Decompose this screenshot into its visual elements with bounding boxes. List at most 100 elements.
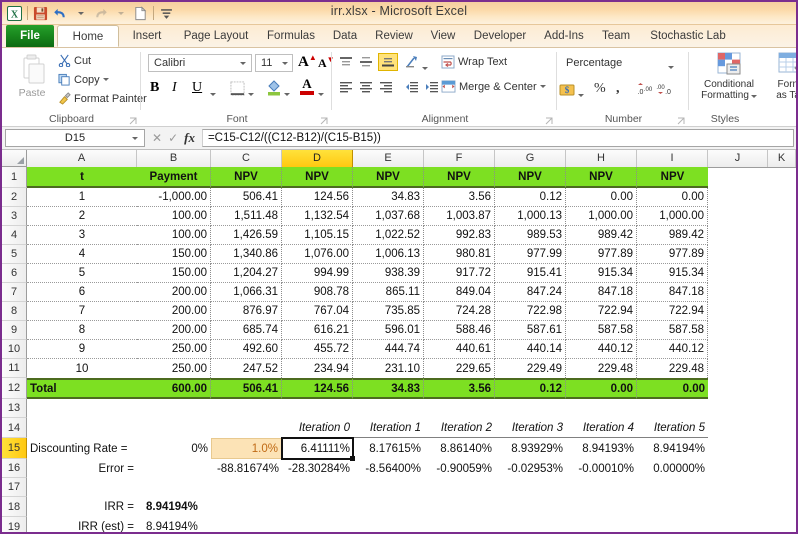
column-header-g[interactable]: G: [495, 150, 566, 167]
cell-d10[interactable]: 455.72: [282, 340, 353, 359]
insert-function-icon[interactable]: fx: [184, 130, 195, 146]
cell-h3[interactable]: 1,000.00: [566, 207, 637, 226]
cell-i9[interactable]: 587.58: [637, 321, 708, 340]
cell-g6[interactable]: 915.41: [495, 264, 566, 283]
tab-add-ins[interactable]: Add-Ins: [536, 25, 592, 47]
cell-e8[interactable]: 735.85: [353, 302, 424, 321]
column-header-f[interactable]: F: [424, 150, 495, 167]
cell-e12[interactable]: 34.83: [353, 378, 424, 399]
tab-insert[interactable]: Insert: [122, 25, 172, 47]
cell-h10[interactable]: 440.12: [566, 340, 637, 359]
format-painter-button[interactable]: Format Painter: [58, 92, 147, 105]
cell-a4[interactable]: 3: [27, 226, 137, 245]
row-header-2[interactable]: 2: [2, 188, 27, 207]
cell-a18-irr-label[interactable]: IRR =: [27, 497, 137, 517]
align-center-button[interactable]: [359, 81, 373, 96]
cell-b2[interactable]: -1,000.00: [137, 188, 211, 207]
column-header-j[interactable]: J: [708, 150, 768, 167]
align-middle-button[interactable]: [359, 56, 373, 71]
cell-g1[interactable]: NPV: [495, 167, 566, 188]
cell-d16[interactable]: -28.30284%: [282, 459, 353, 478]
cell-i6[interactable]: 915.34: [637, 264, 708, 283]
cell-c5[interactable]: 1,340.86: [211, 245, 282, 264]
cell-h11[interactable]: 229.48: [566, 359, 637, 378]
cell-h5[interactable]: 977.89: [566, 245, 637, 264]
align-right-button[interactable]: [379, 81, 393, 96]
cell-f3[interactable]: 1,003.87: [424, 207, 495, 226]
cell-f10[interactable]: 440.61: [424, 340, 495, 359]
align-bottom-button[interactable]: [378, 53, 398, 71]
cell-h1[interactable]: NPV: [566, 167, 637, 188]
cell-c1[interactable]: NPV: [211, 167, 282, 188]
cell-g8[interactable]: 722.98: [495, 302, 566, 321]
number-dialog-launcher-icon[interactable]: [677, 116, 685, 125]
column-header-c[interactable]: C: [211, 150, 282, 167]
cell-g3[interactable]: 1,000.13: [495, 207, 566, 226]
cell-g10[interactable]: 440.14: [495, 340, 566, 359]
clipboard-dialog-launcher-icon[interactable]: [129, 116, 137, 125]
cell-d15-selected[interactable]: 6.41111%: [281, 437, 354, 460]
number-format-dropdown-icon[interactable]: [668, 60, 674, 72]
cell-g9[interactable]: 587.61: [495, 321, 566, 340]
cell-a5[interactable]: 4: [27, 245, 137, 264]
row-header-14[interactable]: 14: [2, 418, 27, 438]
underline-button[interactable]: U: [192, 80, 202, 96]
cell-c8[interactable]: 876.97: [211, 302, 282, 321]
cell-e3[interactable]: 1,037.68: [353, 207, 424, 226]
row-header-18[interactable]: 18: [2, 497, 27, 517]
cell-c3[interactable]: 1,511.48: [211, 207, 282, 226]
cell-e9[interactable]: 596.01: [353, 321, 424, 340]
cell-c12[interactable]: 506.41: [211, 378, 282, 399]
copy-button[interactable]: Copy: [58, 73, 109, 86]
font-dialog-launcher-icon[interactable]: [320, 116, 328, 125]
cell-d7[interactable]: 908.78: [282, 283, 353, 302]
borders-dropdown-icon[interactable]: [248, 87, 254, 99]
cell-f16[interactable]: -0.90059%: [424, 459, 495, 478]
cell-i12[interactable]: 0.00: [637, 378, 708, 399]
cell-b5[interactable]: 150.00: [137, 245, 211, 264]
cell-f1[interactable]: NPV: [424, 167, 495, 188]
cell-d5[interactable]: 1,076.00: [282, 245, 353, 264]
cell-b11[interactable]: 250.00: [137, 359, 211, 378]
percent-style-button[interactable]: %: [594, 81, 606, 97]
cell-d12[interactable]: 124.56: [282, 378, 353, 399]
row-header-12[interactable]: 12: [2, 378, 27, 399]
column-header-h[interactable]: H: [566, 150, 637, 167]
borders-button[interactable]: [230, 81, 245, 99]
cell-e14[interactable]: Iteration 1: [353, 418, 424, 438]
cell-f11[interactable]: 229.65: [424, 359, 495, 378]
cell-a16-error-label[interactable]: Error =: [27, 459, 137, 478]
row-header-4[interactable]: 4: [2, 226, 27, 245]
tab-view[interactable]: View: [422, 25, 464, 47]
cell-d2[interactable]: 124.56: [282, 188, 353, 207]
cell-h8[interactable]: 722.94: [566, 302, 637, 321]
cut-button[interactable]: Cut: [58, 54, 91, 67]
cell-e1[interactable]: NPV: [353, 167, 424, 188]
cell-d1[interactable]: NPV: [282, 167, 353, 188]
row-header-13[interactable]: 13: [2, 399, 27, 418]
accounting-dropdown-icon[interactable]: [578, 88, 584, 100]
cell-i2[interactable]: 0.00: [637, 188, 708, 207]
cell-f4[interactable]: 992.83: [424, 226, 495, 245]
font-size-dropdown-icon[interactable]: [282, 61, 288, 65]
row-header-10[interactable]: 10: [2, 340, 27, 359]
cell-h16[interactable]: -0.00010%: [566, 459, 637, 478]
cell-i1[interactable]: NPV: [637, 167, 708, 188]
cell-c4[interactable]: 1,426.59: [211, 226, 282, 245]
cell-e16[interactable]: -8.56400%: [353, 459, 424, 478]
select-all-corner[interactable]: [2, 150, 27, 167]
font-color-dropdown-icon[interactable]: [318, 87, 324, 99]
cell-e2[interactable]: 34.83: [353, 188, 424, 207]
cell-g15[interactable]: 8.93929%: [495, 438, 566, 459]
align-left-button[interactable]: [339, 81, 353, 96]
column-header-d[interactable]: D: [282, 150, 353, 167]
decrease-decimal-button[interactable]: .00.0: [656, 82, 672, 99]
decrease-indent-button[interactable]: [405, 81, 419, 96]
merge-center-dropdown-icon[interactable]: [539, 85, 546, 88]
cell-e7[interactable]: 865.11: [353, 283, 424, 302]
font-size-input[interactable]: 11: [255, 54, 293, 72]
name-box-dropdown-icon[interactable]: [132, 137, 138, 140]
cell-a15-discounting-rate-label[interactable]: Discounting Rate =: [27, 438, 137, 459]
cell-d11[interactable]: 234.94: [282, 359, 353, 378]
cell-c2[interactable]: 506.41: [211, 188, 282, 207]
